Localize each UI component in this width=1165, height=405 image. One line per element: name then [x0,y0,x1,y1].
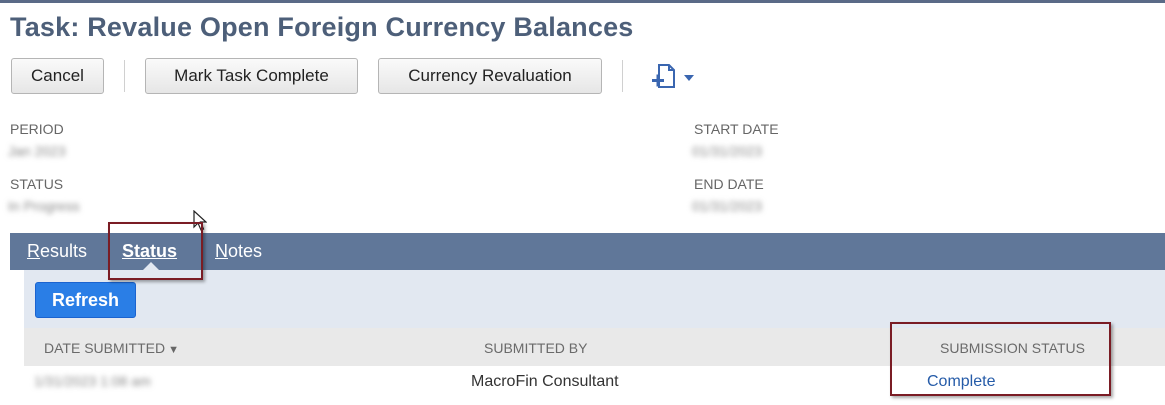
cell-date-submitted: 1/31/2023 1:08 am [34,373,151,389]
start-date-value: 01/31/2023 [692,143,763,159]
column-header-date-submitted[interactable]: Date Submitted ▼ [44,340,179,356]
toolbar-divider [622,60,623,92]
end-date-value: 01/31/2023 [692,198,763,214]
cell-submitted-by: MacroFin Consultant [471,373,619,390]
toolbar-divider [124,60,125,92]
start-date-label: Start Date [694,121,779,137]
period-label: Period [10,121,64,137]
cancel-button[interactable]: Cancel [11,58,104,94]
tab-results[interactable]: Results [27,241,87,262]
tab-notes-label: otes [228,241,263,261]
table-row: 1/31/2023 1:08 am MacroFin Consultant Co… [24,366,1165,398]
cell-submission-status-link[interactable]: Complete [927,373,995,391]
sort-desc-icon: ▼ [168,344,179,356]
table-header: Date Submitted ▼ Submitted By Submission … [24,328,1165,366]
tab-notes[interactable]: Notes [215,241,262,262]
chevron-down-icon [684,75,694,81]
tab-status-label: tatus [134,241,178,261]
column-header-date-submitted-label: Date Submitted [44,340,166,356]
mark-task-complete-button[interactable]: Mark Task Complete [145,58,358,94]
status-tab-panel [24,270,1165,328]
status-value: In Progress [8,198,80,214]
tab-results-label: esults [40,241,88,261]
page-title: Task: Revalue Open Foreign Currency Bala… [10,12,634,42]
end-date-label: End Date [694,176,764,192]
tab-results-accesskey: R [27,241,40,261]
tab-status[interactable]: Status [122,241,177,262]
refresh-button[interactable]: Refresh [35,282,136,318]
subtab-bar: Results Status Notes [10,233,1165,270]
currency-revaluation-button[interactable]: Currency Revaluation [378,58,602,94]
tab-status-accesskey: S [122,241,135,261]
top-border [0,0,1165,3]
new-document-menu[interactable] [649,62,697,94]
mouse-pointer-icon [193,210,207,231]
column-header-submission-status[interactable]: Submission Status [940,340,1085,356]
status-label: Status [10,176,64,192]
period-value: Jan 2023 [8,143,66,159]
column-header-submitted-by[interactable]: Submitted By [484,340,587,356]
tab-notes-accesskey: N [215,241,228,261]
active-tab-caret [143,262,159,270]
